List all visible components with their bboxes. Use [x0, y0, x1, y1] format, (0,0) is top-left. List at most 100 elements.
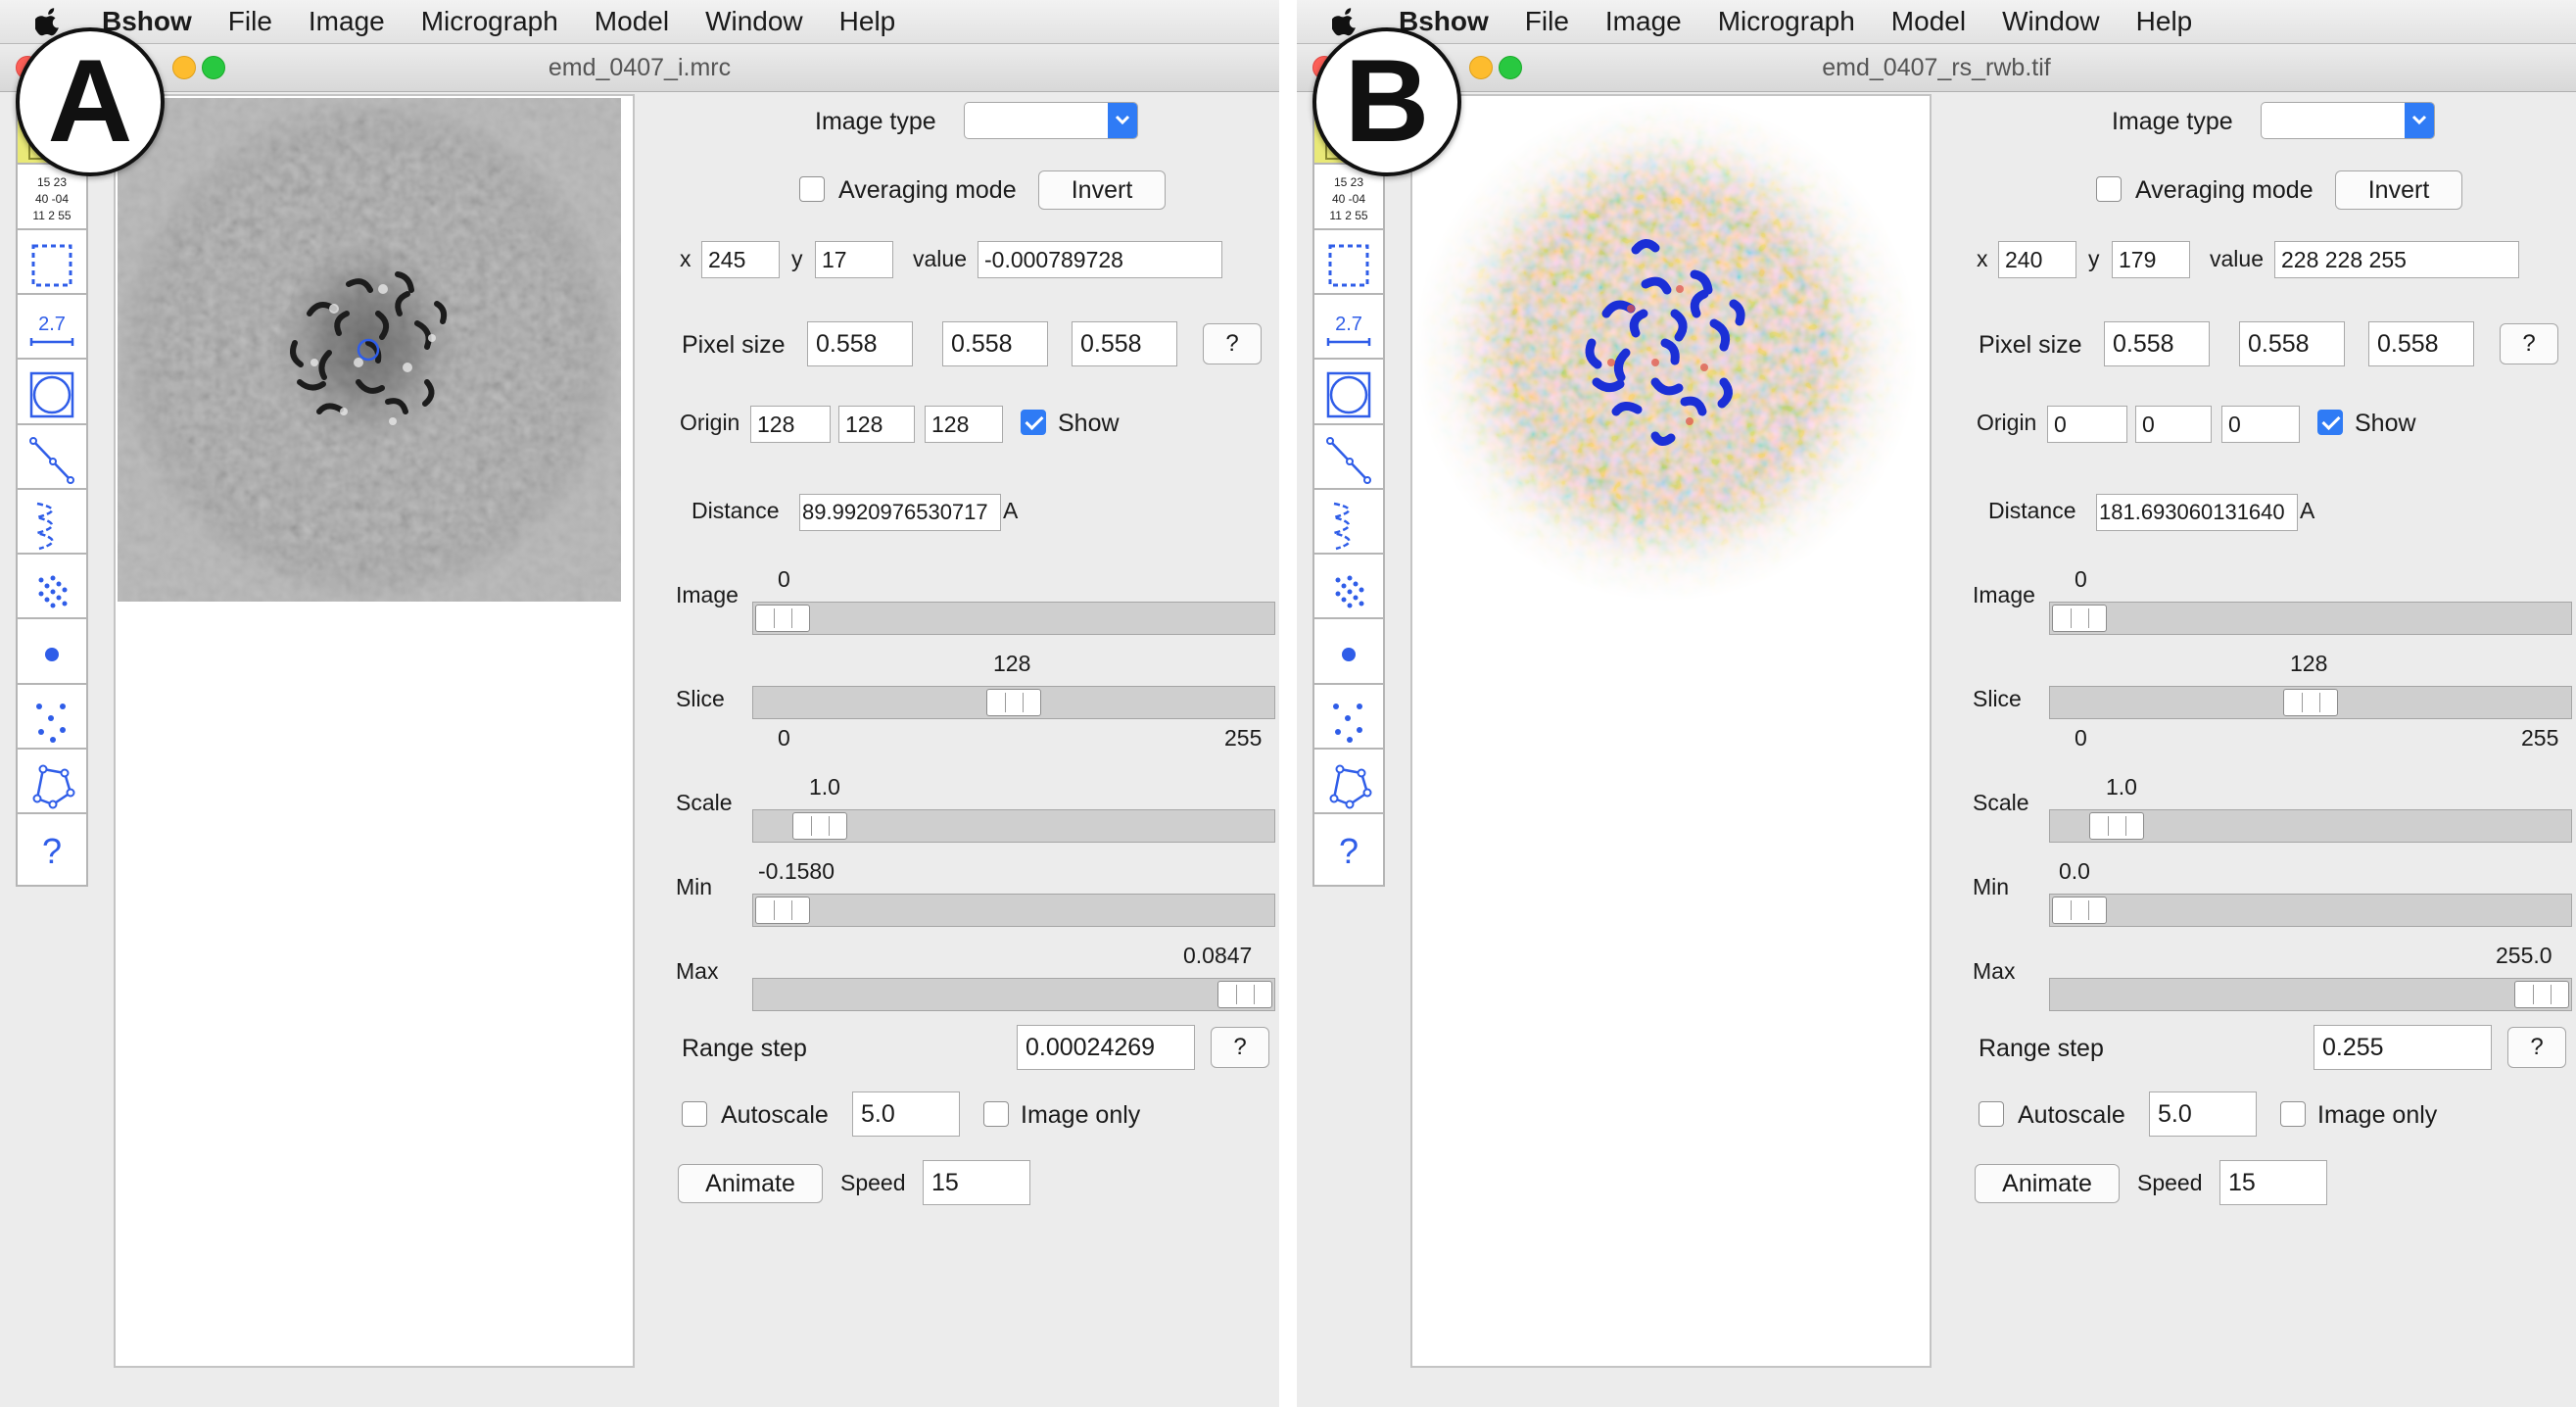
tool-button-circle-mask[interactable] [16, 358, 88, 433]
tool-button-lattice[interactable] [16, 553, 88, 628]
averaging-mode-checkbox[interactable] [799, 176, 825, 202]
pixel-size-x-field[interactable]: 0.558 [2104, 321, 2210, 366]
speed-field[interactable]: 15 [923, 1160, 1030, 1205]
max-slider[interactable] [752, 978, 1275, 1011]
tool-button-point-marker[interactable] [16, 617, 88, 693]
value-field[interactable]: 228 228 255 [2274, 241, 2519, 278]
tool-button-line-profile[interactable] [1312, 422, 1385, 498]
slice-slider-thumb[interactable] [986, 689, 1041, 716]
y-field[interactable]: 179 [2112, 241, 2190, 278]
image-slider-thumb[interactable] [2052, 605, 2107, 632]
menu-window[interactable]: Window [2002, 6, 2100, 37]
tool-button-scatter-points[interactable] [1312, 682, 1385, 757]
invert-button[interactable]: Invert [1038, 170, 1166, 210]
autoscale-field[interactable]: 5.0 [852, 1092, 960, 1137]
averaging-mode-checkbox[interactable] [2096, 176, 2122, 202]
tool-button-scatter-points[interactable] [16, 682, 88, 757]
y-field[interactable]: 17 [815, 241, 893, 278]
menu-help[interactable]: Help [839, 6, 896, 37]
image-type-select[interactable] [2261, 102, 2435, 139]
show-origin-checkbox[interactable] [2317, 410, 2343, 435]
origin-z-field[interactable]: 0 [2221, 406, 2300, 443]
image-canvas[interactable] [1410, 94, 1932, 1368]
apple-icon[interactable] [1332, 6, 1360, 37]
pixel-size-help-button[interactable]: ? [1203, 323, 1262, 364]
animate-button[interactable]: Animate [1975, 1164, 2120, 1203]
range-step-field[interactable]: 0.00024269 [1017, 1025, 1195, 1070]
menu-help[interactable]: Help [2136, 6, 2193, 37]
menu-image[interactable]: Image [309, 6, 385, 37]
x-field[interactable]: 240 [1998, 241, 2076, 278]
autoscale-checkbox[interactable] [1979, 1101, 2004, 1127]
image-slider-thumb[interactable] [755, 605, 810, 632]
tool-button-ruler-measure[interactable]: 2.7 [16, 292, 88, 367]
tool-button-polygon-model[interactable] [16, 748, 88, 822]
menu-model[interactable]: Model [595, 6, 669, 37]
autoscale-field[interactable]: 5.0 [2149, 1092, 2257, 1137]
distance-field[interactable]: 89.9920976530717 [799, 494, 1001, 531]
scale-slider[interactable] [752, 809, 1275, 843]
invert-button[interactable]: Invert [2335, 170, 2462, 210]
colormap-image[interactable] [1414, 98, 1918, 602]
tool-button-filament[interactable] [16, 487, 88, 562]
range-step-field[interactable]: 0.255 [2314, 1025, 2492, 1070]
apple-icon[interactable] [35, 6, 63, 37]
slice-slider[interactable] [752, 686, 1275, 719]
pixel-size-x-field[interactable]: 0.558 [807, 321, 913, 366]
tool-button-point-marker[interactable] [1312, 617, 1385, 693]
pixel-size-help-button[interactable]: ? [2500, 323, 2558, 364]
origin-x-field[interactable]: 0 [2047, 406, 2127, 443]
show-origin-checkbox[interactable] [1021, 410, 1046, 435]
tool-button-box-select[interactable] [16, 227, 88, 303]
micrograph-image[interactable] [118, 98, 621, 602]
max-slider-thumb[interactable] [1217, 981, 1272, 1008]
value-field[interactable]: -0.000789728 [978, 241, 1222, 278]
tool-button-help[interactable]: ? [16, 812, 88, 888]
scale-slider[interactable] [2049, 809, 2572, 843]
menu-window[interactable]: Window [705, 6, 803, 37]
origin-y-field[interactable]: 128 [838, 406, 915, 443]
zoom-window-button[interactable] [202, 56, 225, 79]
origin-y-field[interactable]: 0 [2135, 406, 2212, 443]
pixel-size-z-field[interactable]: 0.558 [1072, 321, 1177, 366]
menu-image[interactable]: Image [1605, 6, 1682, 37]
tool-button-lattice[interactable] [1312, 553, 1385, 628]
minimize-window-button[interactable] [1469, 56, 1493, 79]
zoom-window-button[interactable] [1499, 56, 1522, 79]
slice-slider[interactable] [2049, 686, 2572, 719]
animate-button[interactable]: Animate [678, 1164, 823, 1203]
image-slider[interactable] [2049, 602, 2572, 635]
pixel-size-z-field[interactable]: 0.558 [2368, 321, 2474, 366]
menu-micrograph[interactable]: Micrograph [421, 6, 558, 37]
tool-button-filament[interactable] [1312, 487, 1385, 562]
pixel-size-y-field[interactable]: 0.558 [942, 321, 1048, 366]
pixel-size-y-field[interactable]: 0.558 [2239, 321, 2345, 366]
tool-button-ruler-measure[interactable]: 2.7 [1312, 292, 1385, 367]
menu-model[interactable]: Model [1891, 6, 1966, 37]
min-slider-thumb[interactable] [755, 897, 810, 924]
autoscale-checkbox[interactable] [682, 1101, 707, 1127]
menu-file[interactable]: File [1525, 6, 1569, 37]
range-step-help-button[interactable]: ? [1211, 1027, 1269, 1068]
image-canvas[interactable] [114, 94, 635, 1368]
range-step-help-button[interactable]: ? [2507, 1027, 2566, 1068]
slice-slider-thumb[interactable] [2283, 689, 2338, 716]
tool-button-help[interactable]: ? [1312, 812, 1385, 888]
min-slider-thumb[interactable] [2052, 897, 2107, 924]
max-slider-thumb[interactable] [2514, 981, 2569, 1008]
tool-button-circle-mask[interactable] [1312, 358, 1385, 433]
distance-field[interactable]: 181.693060131640 [2096, 494, 2298, 531]
minimize-window-button[interactable] [172, 56, 196, 79]
scale-slider-thumb[interactable] [2088, 812, 2144, 840]
min-slider[interactable] [2049, 894, 2572, 927]
image-only-checkbox[interactable] [2280, 1101, 2306, 1127]
min-slider[interactable] [752, 894, 1275, 927]
menu-file[interactable]: File [228, 6, 272, 37]
tool-button-line-profile[interactable] [16, 422, 88, 498]
scale-slider-thumb[interactable] [791, 812, 847, 840]
image-slider[interactable] [752, 602, 1275, 635]
window-titlebar[interactable]: emd_0407_i.mrc [0, 44, 1279, 92]
origin-x-field[interactable]: 128 [750, 406, 831, 443]
image-type-select[interactable] [964, 102, 1138, 139]
origin-z-field[interactable]: 128 [925, 406, 1003, 443]
